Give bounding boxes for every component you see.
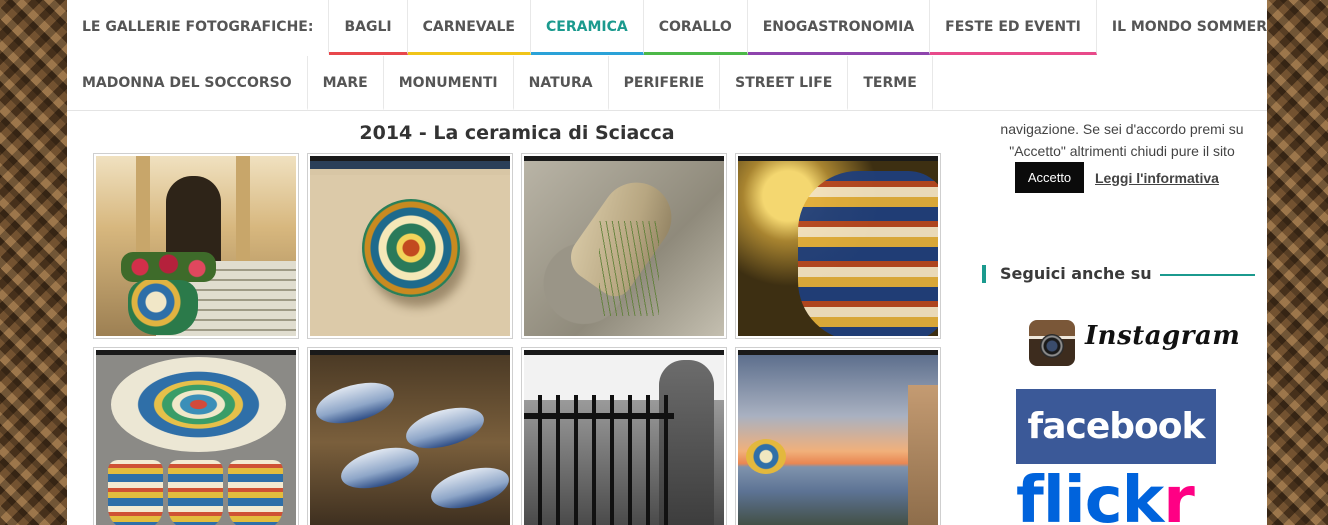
page-wrapper: LE GALLERIE FOTOGRAFICHE: BAGLI CARNEVAL… [67, 0, 1267, 525]
facebook-link[interactable]: facebook [1016, 389, 1216, 464]
nav-item-bagli[interactable]: BAGLI [329, 0, 408, 55]
photo-ceramic-vase-closeup [738, 156, 938, 336]
gallery-title: 2014 - La ceramica di Sciacca [359, 122, 675, 144]
cookie-text-line: "Accetto" altrimenti chiudi pure il sito [1009, 143, 1235, 159]
nav-item-street-life[interactable]: STREET LIFE [720, 56, 849, 111]
nav-item-madonna-del-soccorso[interactable]: MADONNA DEL SOCCORSO [67, 56, 308, 111]
instagram-wordmark: Instagram [1085, 321, 1241, 351]
photo-ceramic-plate-sand [310, 156, 510, 336]
gallery-thumbnail[interactable] [735, 153, 941, 339]
accept-cookies-button[interactable]: Accetto [1015, 162, 1084, 193]
photo-iron-gate-tower [524, 350, 724, 525]
cookie-notice: navigazione. Se sei d'accordo premi su "… [977, 118, 1267, 162]
heading-divider [1160, 274, 1255, 276]
cookie-actions: Accetto Leggi l'informativa [1015, 162, 1219, 193]
cookie-policy-link[interactable]: Leggi l'informativa [1095, 170, 1219, 186]
nav-item-carnevale[interactable]: CARNEVALE [407, 0, 531, 55]
photo-mosaic-cups [96, 350, 296, 525]
follow-us-label: Seguici anche su [1000, 264, 1152, 283]
nav-item-feste-ed-eventi[interactable]: FESTE ED EVENTI [930, 0, 1097, 55]
nav-item-terme[interactable]: TERME [848, 56, 933, 111]
nav-lead-label: LE GALLERIE FOTOGRAFICHE: [67, 0, 330, 55]
gallery-thumbnail[interactable] [307, 153, 513, 339]
gallery-nav: LE GALLERIE FOTOGRAFICHE: BAGLI CARNEVAL… [67, 0, 1267, 111]
nav-row-2: MADONNA DEL SOCCORSO MARE MONUMENTI NATU… [67, 56, 933, 111]
flickr-link[interactable]: flickr [1016, 466, 1226, 525]
instagram-link[interactable]: Instagram [1029, 316, 1240, 371]
flickr-wordmark-blue: flick [1016, 466, 1164, 525]
heading-accent-bar [982, 265, 986, 283]
nav-item-mare[interactable]: MARE [308, 56, 384, 111]
nav-item-periferie[interactable]: PERIFERIE [609, 56, 721, 111]
photo-sunset-coast [738, 350, 938, 525]
gallery-thumbnail[interactable] [521, 153, 727, 339]
follow-us-heading: Seguici anche su [982, 261, 1267, 289]
gallery-thumbnail[interactable] [93, 347, 299, 525]
nav-item-monumenti[interactable]: MONUMENTI [384, 56, 514, 111]
nav-item-ceramica[interactable]: CERAMICA [530, 0, 644, 55]
nav-row-1: LE GALLERIE FOTOGRAFICHE: BAGLI CARNEVAL… [67, 0, 1267, 55]
photo-ceramic-fish [310, 350, 510, 525]
nav-item-il-mondo-sommerso[interactable]: IL MONDO SOMMERSO [1097, 0, 1267, 55]
photo-amphora-rocks [524, 156, 724, 336]
gallery-thumbnail[interactable] [521, 347, 727, 525]
flickr-wordmark-pink: r [1163, 466, 1195, 525]
instagram-icon [1029, 320, 1075, 366]
nav-item-corallo[interactable]: CORALLO [643, 0, 748, 55]
nav-item-natura[interactable]: NATURA [514, 56, 609, 111]
gallery-thumbnail[interactable] [93, 153, 299, 339]
photo-church-steps-vase [96, 156, 296, 336]
gallery-thumbnail[interactable] [307, 347, 513, 525]
gallery-thumbnail[interactable] [735, 347, 941, 525]
nav-item-enogastronomia[interactable]: ENOGASTRONOMIA [747, 0, 931, 55]
cookie-text-line: navigazione. Se sei d'accordo premi su [1000, 121, 1244, 137]
sidebar: navigazione. Se sei d'accordo premi su "… [977, 111, 1267, 525]
